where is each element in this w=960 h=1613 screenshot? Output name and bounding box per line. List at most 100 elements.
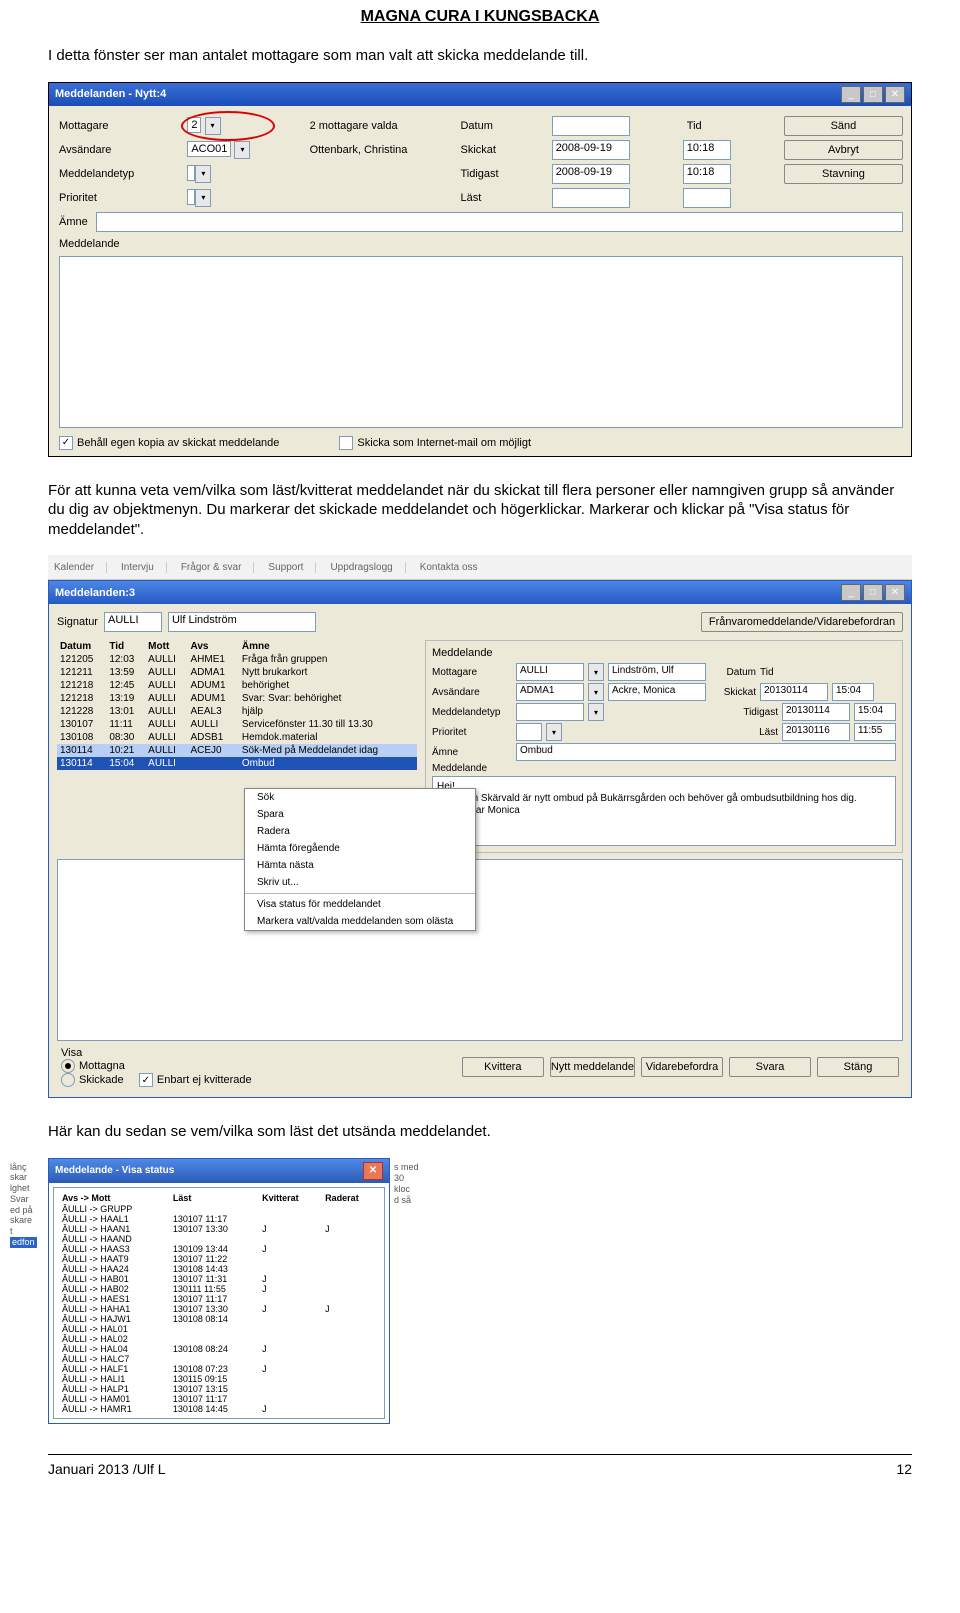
input-signatur-code[interactable]: AULLI [104,612,162,632]
sand-button[interactable]: Sänd [784,116,903,136]
table-cell[interactable]: 15:04 [106,757,145,770]
toolbar-item[interactable]: Kalender [54,562,107,573]
close-icon[interactable]: ✕ [885,86,905,103]
dropdown-icon[interactable]: ▾ [546,723,562,741]
stavning-button[interactable]: Stavning [784,164,903,184]
table-cell[interactable]: AULLI [145,653,187,666]
table-row[interactable]: 12121813:19AULLIADUM1Svar: Svar: behörig… [57,692,417,705]
close-icon[interactable]: ✕ [885,584,905,601]
input-last-tid[interactable] [683,188,731,208]
table-cell[interactable]: 121218 [57,679,106,692]
table-cell[interactable]: Nytt brukarkort [239,666,417,679]
input-skickat-tid[interactable]: 10:18 [683,140,731,160]
toolbar-item[interactable]: Uppdragslogg [330,562,405,573]
radio-mottagna[interactable] [61,1059,75,1073]
input-tidigast-date[interactable]: 2008-09-19 [552,164,630,184]
table-cell[interactable] [188,757,239,770]
checkbox-enbart-ej-kvitterade[interactable]: ✓ [139,1073,153,1087]
radio-skickade[interactable] [61,1073,75,1087]
table-row[interactable]: 13010711:11AULLIAULLIServicefönster 11.3… [57,718,417,731]
table-cell[interactable]: 13:01 [106,705,145,718]
maximize-icon[interactable]: □ [863,86,883,103]
table-cell[interactable]: ADMA1 [188,666,239,679]
table-cell[interactable]: 130114 [57,744,106,757]
table-cell[interactable]: AULLI [145,757,187,770]
table-row[interactable]: 12121812:45AULLIADUM1behörighet [57,679,417,692]
table-cell[interactable]: Ombud [239,757,417,770]
input-prioritet[interactable] [187,189,195,205]
table-cell[interactable]: 13:19 [106,692,145,705]
svara-button[interactable]: Svara [729,1057,811,1077]
table-cell[interactable]: AULLI [145,692,187,705]
table-cell[interactable]: ACEJ0 [188,744,239,757]
table-cell[interactable]: AULLI [145,679,187,692]
input-meddelandetyp[interactable] [187,165,195,181]
avbryt-button[interactable]: Avbryt [784,140,903,160]
vidarebefordra-button[interactable]: Vidarebefordra [641,1057,723,1077]
checkbox-behall-kopia[interactable]: ✓ [59,436,73,450]
close-icon[interactable]: ✕ [363,1162,383,1180]
table-cell[interactable]: AULLI [145,666,187,679]
table-cell[interactable]: 130107 [57,718,106,731]
dropdown-mottagare-icon[interactable]: ▾ [205,117,221,135]
table-cell[interactable]: AULLI [145,705,187,718]
kvittera-button[interactable]: Kvittera [462,1057,544,1077]
context-menu-item[interactable]: Visa status för meddelandet [245,896,475,913]
toolbar-item[interactable]: Frågor & svar [181,562,255,573]
input-signatur-name[interactable]: Ulf Lindström [168,612,316,632]
table-cell[interactable]: 121228 [57,705,106,718]
dropdown-meddelandetyp-icon[interactable]: ▾ [195,165,211,183]
input-tidigast-tid[interactable]: 10:18 [683,164,731,184]
dropdown-icon[interactable]: ▾ [588,663,604,681]
context-menu-item[interactable]: Markera valt/valda meddelanden som oläst… [245,913,475,930]
toolbar-item[interactable]: Intervju [121,562,167,573]
table-row[interactable]: 13011410:21AULLIACEJ0Sök-Med på Meddelan… [57,744,417,757]
table-cell[interactable]: Sök-Med på Meddelandet idag [239,744,417,757]
table-cell[interactable]: hjälp [239,705,417,718]
table-cell[interactable]: 130108 [57,731,106,744]
dropdown-icon[interactable]: ▾ [588,683,604,701]
minimize-icon[interactable]: _ [841,584,861,601]
table-cell[interactable]: AULLI [145,731,187,744]
franvaro-button[interactable]: Frånvaromeddelande/Vidarebefordran [701,612,903,632]
table-cell[interactable]: Servicefönster 11.30 till 13.30 [239,718,417,731]
input-datum[interactable] [552,116,630,136]
dropdown-icon[interactable]: ▾ [588,703,604,721]
table-cell[interactable]: AULLI [145,718,187,731]
table-cell[interactable]: AEAL3 [188,705,239,718]
table-cell[interactable]: ADUM1 [188,679,239,692]
context-menu-item[interactable]: Hämta nästa [245,857,475,874]
toolbar-item[interactable]: Support [268,562,316,573]
table-cell[interactable]: Svar: Svar: behörighet [239,692,417,705]
context-menu-item[interactable]: Skriv ut... [245,874,475,891]
table-cell[interactable]: 130114 [57,757,106,770]
context-menu[interactable]: SökSparaRaderaHämta föregåendeHämta näst… [244,788,476,931]
table-cell[interactable]: Fråga från gruppen [239,653,417,666]
input-amne[interactable] [96,212,903,232]
nytt-meddelande-button[interactable]: Nytt meddelande [550,1057,635,1077]
table-cell[interactable]: 121211 [57,666,106,679]
maximize-icon[interactable]: □ [863,584,883,601]
table-cell[interactable]: 121218 [57,692,106,705]
checkbox-internet-mail[interactable] [339,436,353,450]
input-last-date[interactable] [552,188,630,208]
input-skickat-date[interactable]: 2008-09-19 [552,140,630,160]
table-cell[interactable]: ADSB1 [188,731,239,744]
table-cell[interactable]: 12:03 [106,653,145,666]
table-cell[interactable]: 11:11 [106,718,145,731]
minimize-icon[interactable]: _ [841,86,861,103]
textarea-meddelande[interactable] [59,256,903,428]
context-menu-item[interactable]: Radera [245,823,475,840]
context-menu-item[interactable]: Hämta föregående [245,840,475,857]
table-cell[interactable]: behörighet [239,679,417,692]
table-cell[interactable]: 10:21 [106,744,145,757]
table-cell[interactable]: AULLI [188,718,239,731]
input-mottagare-count[interactable]: 2 [187,117,201,133]
context-menu-item[interactable]: Sök [245,789,475,806]
table-cell[interactable]: 121205 [57,653,106,666]
table-cell[interactable]: 13:59 [106,666,145,679]
table-cell[interactable]: AHME1 [188,653,239,666]
table-cell[interactable]: 12:45 [106,679,145,692]
table-cell[interactable]: ADUM1 [188,692,239,705]
table-cell[interactable]: AULLI [145,744,187,757]
